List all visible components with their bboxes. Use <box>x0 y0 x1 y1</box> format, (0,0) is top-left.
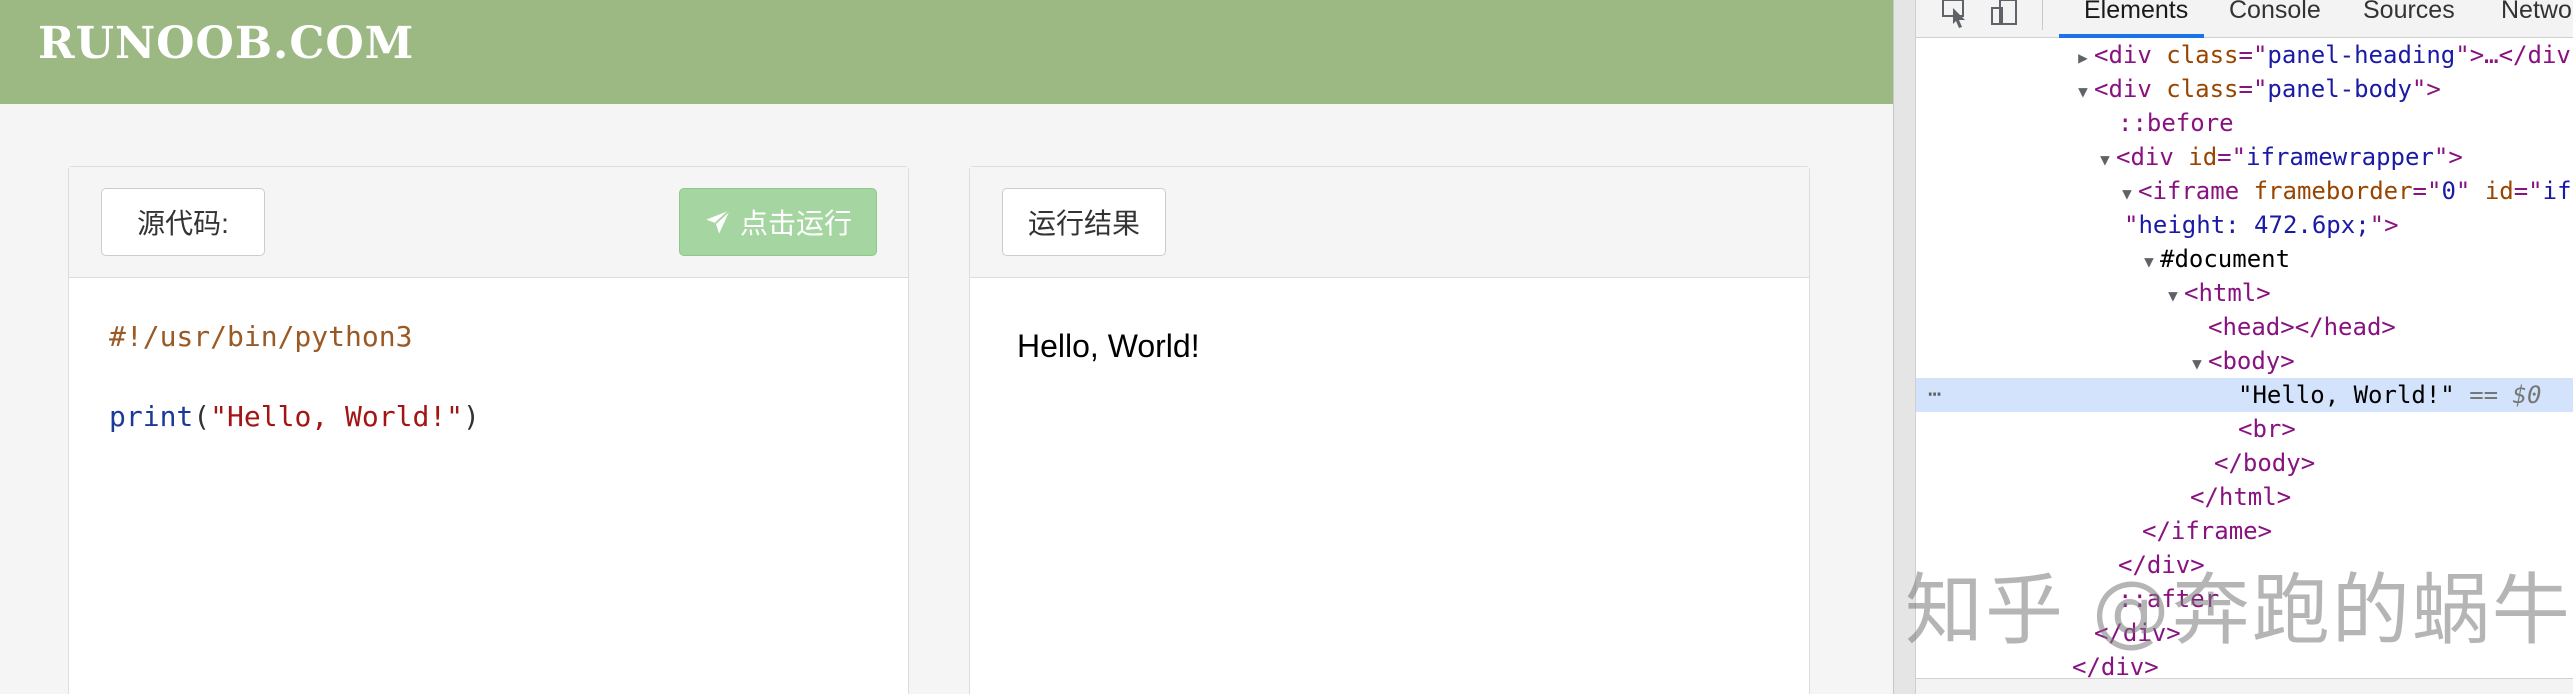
toolbar-separator <box>2042 0 2043 30</box>
result-output: Hello, World! <box>1017 328 1200 364</box>
code-paren-close: ) <box>463 400 480 433</box>
collapse-arrow-icon[interactable]: ▼ <box>2094 143 2116 177</box>
site-logo[interactable]: RUNOOB.COM <box>38 18 414 69</box>
collapse-arrow-icon[interactable]: ▼ <box>2186 347 2208 381</box>
dom-node-html-close[interactable]: </html> <box>1916 480 2573 514</box>
collapse-arrow-icon[interactable]: ▼ <box>2138 245 2160 279</box>
dom-node-iframe[interactable]: ▼ <iframe frameborder="0" id="if <box>1916 174 2573 208</box>
dom-node-panel-heading[interactable]: ▶ <div class="panel-heading">…</div <box>1916 38 2573 72</box>
runoob-page: RUNOOB.COM 源代码: 点击运行 #!/usr/bin/python3 … <box>0 0 1893 694</box>
zhihu-watermark: 知乎 @奔跑的蜗牛 <box>1905 566 2572 656</box>
code-shebang: #!/usr/bin/python3 <box>109 320 413 353</box>
code-print-keyword: print <box>109 400 194 433</box>
dom-node-br[interactable]: <br> <box>1916 412 2573 446</box>
tab-sources[interactable]: Sources <box>2363 0 2455 25</box>
tab-elements[interactable]: Elements <box>2084 0 2188 25</box>
dom-node-text-selected[interactable]: ⋯ "Hello, World!" == $0 <box>1916 378 2573 412</box>
devtools-breadcrumb-bar <box>1916 678 2573 694</box>
run-button[interactable]: 点击运行 <box>679 188 877 256</box>
result-panel: 运行结果 Hello, World! <box>969 166 1810 694</box>
dom-node-html[interactable]: ▼ <html> <box>1916 276 2573 310</box>
device-toolbar-icon[interactable] <box>1988 0 2022 30</box>
run-button-label: 点击运行 <box>739 208 852 239</box>
code-editor[interactable]: #!/usr/bin/python3 print("Hello, World!"… <box>109 317 480 437</box>
dom-node-iframewrapper[interactable]: ▼ <div id="iframewrapper"> <box>1916 140 2573 174</box>
dom-node-panel-body[interactable]: ▼ <div class="panel-body"> <box>1916 72 2573 106</box>
collapse-arrow-icon[interactable]: ▼ <box>2162 279 2184 313</box>
dom-node-body[interactable]: ▼ <body> <box>1916 344 2573 378</box>
dom-node-head[interactable]: <head></head> <box>1916 310 2573 344</box>
code-paren-open: ( <box>193 400 211 433</box>
expand-arrow-icon[interactable]: ▶ <box>2072 41 2094 75</box>
dom-node-document[interactable]: ▼ #document <box>1916 242 2573 276</box>
result-button[interactable]: 运行结果 <box>1002 188 1166 256</box>
inspect-element-icon[interactable] <box>1938 0 1972 30</box>
tab-network[interactable]: Network <box>2501 0 2573 25</box>
source-panel: 源代码: 点击运行 #!/usr/bin/python3 print("Hell… <box>68 166 909 694</box>
more-options-icon[interactable]: ⋯ <box>1928 378 1941 412</box>
result-panel-heading: 运行结果 <box>970 167 1809 278</box>
dom-node-body-close[interactable]: </body> <box>1916 446 2573 480</box>
tab-console[interactable]: Console <box>2229 0 2321 25</box>
site-header: RUNOOB.COM <box>0 0 1893 104</box>
source-code-button[interactable]: 源代码: <box>101 188 265 256</box>
dom-node-before[interactable]: ::before <box>1916 106 2573 140</box>
collapse-arrow-icon[interactable]: ▼ <box>2072 75 2094 109</box>
dom-node-iframe-close[interactable]: </iframe> <box>1916 514 2573 548</box>
dom-node-iframe-style[interactable]: "height: 472.6px;"> <box>1916 208 2573 242</box>
devtools-toolbar: Elements Console Sources Network <box>1916 0 2573 38</box>
paper-plane-icon <box>706 209 731 234</box>
code-string: "Hello, World!" <box>210 400 464 433</box>
collapse-arrow-icon[interactable]: ▼ <box>2116 177 2138 211</box>
source-panel-heading: 源代码: 点击运行 <box>69 167 908 278</box>
